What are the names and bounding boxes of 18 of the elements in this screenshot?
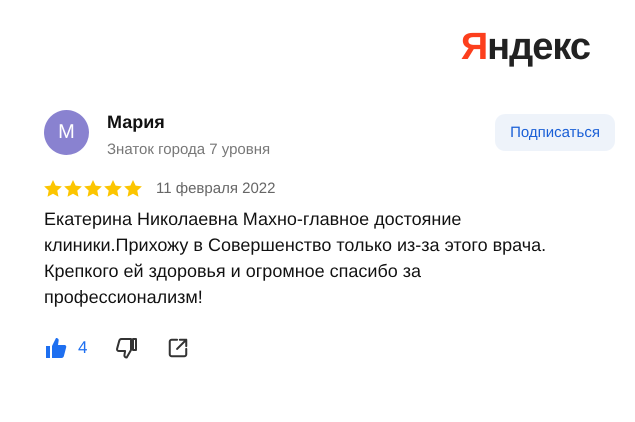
avatar: М (44, 110, 89, 155)
author-level: Знаток города 7 уровня (107, 141, 272, 158)
share-button[interactable] (167, 337, 190, 359)
star-icon (84, 180, 102, 197)
thumbs-down-icon (115, 336, 140, 360)
subscribe-button[interactable]: Подписаться (495, 114, 615, 151)
star-icon (44, 180, 62, 197)
author-name: Мария (107, 112, 166, 133)
thumbs-up-icon (44, 336, 68, 360)
logo: Яндекс (460, 25, 590, 70)
star-icon (104, 180, 122, 197)
review-date: 11 февраля 2022 (156, 180, 276, 197)
dislike-button[interactable] (115, 336, 140, 360)
review-text: Екатерина Николаевна Махно-главное достояние клиники.Прихожу в Совершенство только из-за этого врача. Крепкого ей здоровья и огромное спасибо за профессионализм! (44, 208, 548, 309)
share-icon (167, 337, 190, 359)
star-icon (64, 180, 82, 197)
star-icon (124, 180, 142, 197)
like-button[interactable]: 4 (44, 336, 88, 360)
